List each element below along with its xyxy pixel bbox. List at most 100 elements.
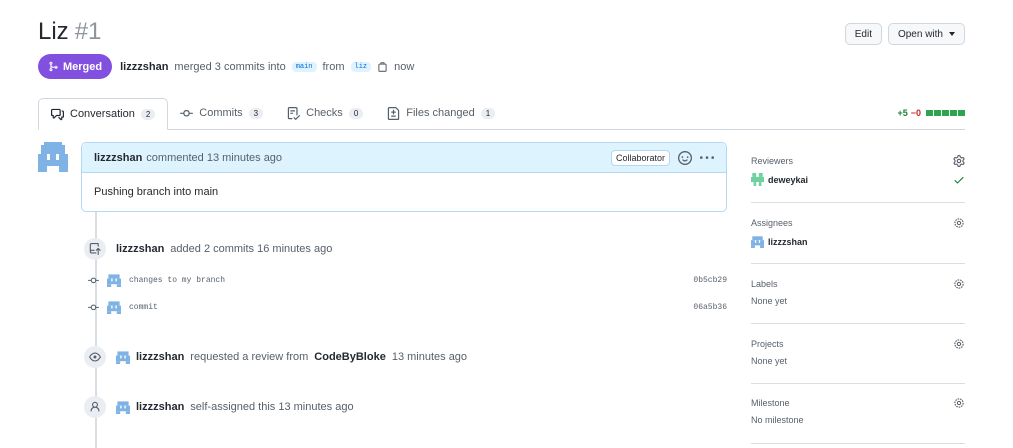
avatar[interactable] — [107, 300, 121, 314]
sidebar-projects: Projects None yet — [751, 338, 965, 384]
event-author-link[interactable]: lizzzshan — [136, 401, 184, 413]
tab-counter: 0 — [348, 107, 364, 119]
eye-icon — [84, 346, 106, 368]
labels-value: None yet — [751, 296, 788, 306]
merge-author-link[interactable]: lizzzshan — [120, 61, 168, 73]
event-text: added 2 commits 16 minutes ago — [170, 243, 333, 255]
kebab-horizontal-icon[interactable] — [700, 151, 714, 165]
avatar[interactable] — [107, 273, 121, 287]
projects-value: None yet — [751, 356, 788, 366]
pr-title: Liz — [38, 18, 69, 45]
caret-down-icon — [949, 32, 955, 36]
file-diff-icon — [388, 106, 400, 120]
comment-body: Pushing branch into main — [94, 186, 219, 198]
reviewer-item[interactable]: deweykai — [751, 173, 965, 186]
tab-counter: 3 — [248, 107, 264, 119]
tab-checks[interactable]: Checks 0 — [275, 97, 375, 129]
sidebar-milestone: Milestone No milestone — [751, 397, 965, 444]
sidebar-section-title: Labels — [751, 279, 778, 289]
commit-row: changes to my branch 0b5cb29 — [88, 273, 727, 287]
gear-icon[interactable] — [953, 155, 965, 167]
gear-icon[interactable] — [953, 217, 965, 229]
sidebar-assignees: Assignees lizzzshan — [751, 217, 965, 264]
gear-icon[interactable] — [953, 278, 965, 290]
diffstat-additions: +5 — [897, 108, 908, 118]
event-text: requested a review from — [190, 351, 309, 363]
sidebar-section-header[interactable]: Assignees — [751, 217, 965, 229]
status-label: Merged — [63, 60, 103, 73]
event-author-link[interactable]: lizzzshan — [116, 243, 164, 255]
commit-icon — [88, 277, 99, 283]
commit-icon — [88, 304, 99, 310]
repo-push-icon — [84, 238, 106, 260]
comment-timestamp[interactable]: commented 13 minutes ago — [146, 152, 282, 164]
commit-message-link[interactable]: changes to my branch — [129, 276, 225, 285]
commit-message-link[interactable]: commit — [129, 303, 158, 312]
avatar — [751, 173, 764, 186]
requested-reviewer-link[interactable]: CodeByBloke — [314, 351, 386, 363]
tab-counter: 1 — [480, 107, 496, 119]
commit-sha-link[interactable]: 06a5b36 — [693, 303, 727, 312]
sidebar-section-title: Milestone — [751, 398, 790, 408]
person-icon — [84, 396, 106, 418]
base-branch-label[interactable]: main — [291, 61, 317, 72]
from-text: from — [322, 60, 345, 73]
self-assigned-event: lizzzshan self-assigned this 13 minutes … — [84, 396, 354, 418]
sidebar-section-header[interactable]: Milestone — [751, 397, 965, 409]
tab-label: Commits — [199, 107, 243, 119]
avatar[interactable] — [116, 400, 130, 414]
pr-tabs: Conversation 2 Commits 3 Checks 0 Files … — [38, 98, 965, 130]
sidebar-section-title: Assignees — [751, 218, 793, 228]
tab-label: Checks — [306, 107, 343, 119]
pr-number: #1 — [74, 18, 102, 45]
tab-label: Conversation — [70, 108, 135, 120]
open-with-label: Open with — [897, 28, 943, 40]
gear-icon[interactable] — [953, 397, 965, 409]
sidebar-section-title: Reviewers — [751, 156, 794, 166]
event-author-link[interactable]: lizzzshan — [136, 351, 184, 363]
sidebar-section-header[interactable]: Projects — [751, 338, 965, 350]
commit-row: commit 06a5b36 — [88, 300, 727, 314]
sidebar-labels: Labels None yet — [751, 278, 965, 324]
milestone-value: No milestone — [751, 415, 804, 425]
avatar[interactable] — [116, 350, 130, 364]
merge-time: now — [394, 60, 415, 73]
copy-icon[interactable] — [377, 61, 388, 73]
merge-action-text: merged 3 commits into — [174, 60, 286, 73]
smiley-icon[interactable] — [678, 150, 692, 165]
diffstat-deletions: −0 — [910, 108, 921, 118]
head-branch-label[interactable]: liz — [350, 61, 372, 72]
tab-label: Files changed — [406, 107, 475, 119]
header-actions: Edit Open with — [844, 23, 965, 45]
sidebar-section-title: Projects — [751, 339, 784, 349]
tab-counter: 2 — [140, 108, 156, 120]
check-icon — [954, 176, 964, 184]
sidebar-section-header[interactable]: Labels — [751, 278, 965, 290]
commit-sha-link[interactable]: 0b5cb29 — [693, 276, 727, 285]
edit-button[interactable]: Edit — [844, 23, 882, 45]
review-requested-event: lizzzshan requested a review from CodeBy… — [84, 346, 467, 368]
comment-discussion-icon — [51, 108, 64, 120]
event-time[interactable]: 13 minutes ago — [392, 351, 467, 363]
gear-icon[interactable] — [953, 338, 965, 350]
assignee-item[interactable]: lizzzshan — [751, 235, 965, 248]
open-with-button[interactable]: Open with — [887, 23, 965, 45]
assignee-name: lizzzshan — [768, 236, 808, 247]
event-text: self-assigned this 13 minutes ago — [190, 401, 354, 413]
sidebar-section-header[interactable]: Reviewers — [751, 155, 965, 167]
sidebar-reviewers: Reviewers deweykai — [751, 155, 965, 203]
pr-title-row: Liz #1 — [38, 18, 101, 50]
tab-conversation[interactable]: Conversation 2 — [38, 98, 169, 130]
comment-header: lizzzshan commented 13 minutes ago Colla… — [82, 143, 726, 173]
comment-box: lizzzshan commented 13 minutes ago Colla… — [81, 142, 727, 212]
tab-files-changed[interactable]: Files changed 1 — [375, 97, 507, 129]
commits-added-event: lizzzshan added 2 commits 16 minutes ago — [84, 238, 332, 260]
comment-author-link[interactable]: lizzzshan — [94, 152, 142, 164]
checklist-icon — [287, 106, 301, 120]
comment-header-actions: Collaborator — [610, 149, 714, 166]
tab-commits[interactable]: Commits 3 — [168, 97, 275, 129]
merge-icon — [49, 61, 58, 72]
pr-meta: Merged lizzzshan merged 3 commits into m… — [38, 54, 414, 79]
avatar — [751, 236, 764, 248]
avatar[interactable] — [38, 142, 68, 172]
